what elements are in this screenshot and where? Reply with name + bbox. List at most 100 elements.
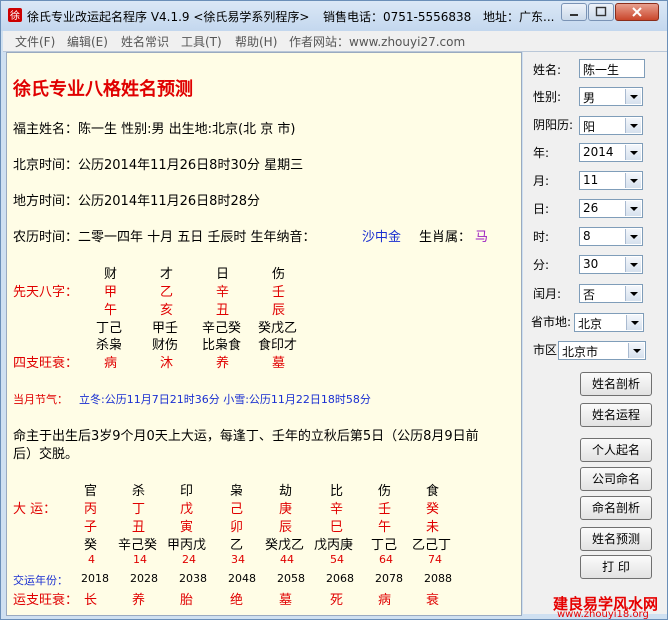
chevron-down-icon[interactable] bbox=[625, 89, 641, 104]
dayun-top: 劫 bbox=[279, 484, 293, 499]
bazi-top: 才 bbox=[160, 267, 174, 282]
bazi-branch: 辰 bbox=[272, 303, 286, 318]
title-bar: 徐 徐氏专业改运起名程序 V4.1.9 <徐氏易学系列程序> 销售电话：0751… bbox=[1, 1, 667, 31]
bazi-branch: 午 bbox=[104, 303, 118, 318]
jiaoyun-label: 交运年份： bbox=[13, 574, 68, 587]
month-select[interactable]: 11 bbox=[579, 171, 643, 190]
close-button[interactable] bbox=[615, 3, 659, 21]
bazi-top: 日 bbox=[216, 267, 230, 282]
leap-month-select[interactable]: 否 bbox=[579, 284, 643, 303]
yunzhi-value: 绝 bbox=[230, 593, 244, 608]
chevron-down-icon[interactable] bbox=[625, 145, 641, 160]
dayun-age: 14 bbox=[133, 553, 147, 566]
menu-edit[interactable]: 编辑(E) bbox=[67, 33, 108, 50]
yunzhi-value: 胎 bbox=[180, 593, 194, 608]
dayun-hidden: 戊丙庚 bbox=[314, 538, 354, 553]
report-area[interactable]: 徐氏专业八格姓名预测 福主姓名：陈一生 性别:男 出生地:北京(北 京 市) 北… bbox=[6, 52, 522, 616]
name-fortune-button[interactable]: 姓名运程 bbox=[580, 403, 652, 427]
jiaoyun-year: 2018 bbox=[81, 572, 109, 585]
chevron-down-icon[interactable] bbox=[625, 173, 641, 188]
minute-label: 分: bbox=[533, 258, 550, 272]
bazi-stem: 乙 bbox=[160, 285, 174, 300]
jiaoyun-year: 2058 bbox=[277, 572, 305, 585]
app-icon: 徐 bbox=[8, 8, 22, 22]
menu-file[interactable]: 文件(F) bbox=[15, 33, 55, 50]
menu-help[interactable]: 帮助(H) bbox=[235, 33, 277, 50]
menu-bar: 文件(F) 编辑(E) 姓名常识 工具(T) 帮助(H) 作者网站：www.zh… bbox=[3, 31, 667, 52]
dayun-top: 官 bbox=[84, 484, 98, 499]
dayun-top: 印 bbox=[180, 484, 194, 499]
yunzhi-value: 墓 bbox=[279, 593, 293, 608]
naming-analysis-button[interactable]: 命名剖析 bbox=[580, 496, 652, 520]
chevron-down-icon[interactable] bbox=[628, 343, 644, 358]
hour-select[interactable]: 8 bbox=[579, 227, 643, 246]
city-select[interactable]: 北京市 bbox=[558, 341, 646, 360]
watermark-url: www.zhouyi18.org bbox=[557, 609, 649, 620]
yunzhi-value: 养 bbox=[132, 593, 146, 608]
year-value: 2014 bbox=[583, 145, 614, 159]
dayun-stem: 庚 bbox=[279, 502, 293, 517]
bazi-stem: 壬 bbox=[272, 285, 286, 300]
yunzhi-label: 运支旺衰： bbox=[13, 593, 79, 608]
minimize-icon bbox=[570, 14, 578, 16]
lunar-time-line: 农历时间：二零一四年 十月 五日 壬辰时 生年纳音： bbox=[13, 230, 316, 245]
chevron-down-icon[interactable] bbox=[625, 229, 641, 244]
name-input[interactable]: 陈一生 bbox=[579, 59, 645, 78]
menu-tools[interactable]: 工具(T) bbox=[181, 33, 222, 50]
close-icon bbox=[632, 7, 642, 17]
jiaoyun-year: 2068 bbox=[326, 572, 354, 585]
bazi-branch: 亥 bbox=[160, 303, 174, 318]
name-analysis-button[interactable]: 姓名剖析 bbox=[580, 372, 652, 396]
day-label: 日: bbox=[533, 202, 550, 216]
strength-value: 病 bbox=[104, 356, 118, 371]
maximize-button[interactable] bbox=[588, 3, 614, 21]
jieqi-value: 立冬:公历11月7日21时36分 小雪:公历11月22日18时58分 bbox=[79, 393, 371, 406]
city-label: 市区: bbox=[533, 343, 562, 357]
report-title: 徐氏专业八格姓名预测 bbox=[13, 79, 193, 100]
menu-name-knowledge[interactable]: 姓名常识 bbox=[121, 33, 169, 50]
jiaoyun-year: 2078 bbox=[375, 572, 403, 585]
print-button[interactable]: 打 印 bbox=[580, 555, 652, 579]
chevron-down-icon[interactable] bbox=[625, 118, 641, 133]
chevron-down-icon[interactable] bbox=[625, 286, 641, 301]
chevron-down-icon[interactable] bbox=[626, 315, 642, 330]
dayun-stem: 丁 bbox=[132, 502, 146, 517]
province-select[interactable]: 北京 bbox=[574, 313, 644, 332]
gender-select[interactable]: 男 bbox=[579, 87, 643, 106]
name-label: 姓名: bbox=[533, 63, 562, 77]
calendar-label: 阴阳历: bbox=[533, 118, 574, 132]
input-panel: 姓名: 陈一生 性别: 男 阴阳历: 阳 年: 2014 月: 11 日: 26… bbox=[523, 52, 667, 614]
chevron-down-icon[interactable] bbox=[625, 257, 641, 272]
personal-naming-button[interactable]: 个人起名 bbox=[580, 438, 652, 462]
hour-label: 时: bbox=[533, 230, 550, 244]
jiaoyun-year: 2038 bbox=[179, 572, 207, 585]
dayun-label: 大 运： bbox=[13, 502, 57, 517]
name-prediction-button[interactable]: 姓名预测 bbox=[580, 527, 652, 551]
minute-value: 30 bbox=[583, 257, 599, 271]
yunzhi-value: 死 bbox=[330, 593, 344, 608]
year-select[interactable]: 2014 bbox=[579, 143, 643, 162]
dayun-start-line1: 命主于出生后3岁9个月0天上大运，每逢丁、壬年的立秋后第5日（公历8月9日前 bbox=[13, 429, 479, 444]
dayun-hidden: 丁己 bbox=[371, 538, 398, 553]
strength-value: 墓 bbox=[272, 356, 286, 371]
dayun-branch: 辰 bbox=[279, 520, 293, 535]
strength-label: 四支旺衰： bbox=[13, 356, 79, 371]
dayun-branch: 巳 bbox=[330, 520, 344, 535]
subject-line: 福主姓名：陈一生 性别:男 出生地:北京(北 京 市) bbox=[13, 122, 296, 137]
chevron-down-icon[interactable] bbox=[625, 201, 641, 216]
dayun-hidden: 癸戊乙 bbox=[265, 538, 305, 553]
minute-select[interactable]: 30 bbox=[579, 255, 643, 274]
minimize-button[interactable] bbox=[561, 3, 587, 21]
dayun-branch: 未 bbox=[426, 520, 440, 535]
province-label: 省市地: bbox=[531, 315, 572, 329]
menu-author-site[interactable]: 作者网站：www.zhouyi27.com bbox=[289, 33, 465, 50]
dayun-hidden: 辛己癸 bbox=[118, 538, 158, 553]
company-naming-button[interactable]: 公司命名 bbox=[580, 467, 652, 491]
calendar-select[interactable]: 阳 bbox=[579, 116, 643, 135]
nayin-value: 沙中金 bbox=[362, 230, 402, 245]
yunzhi-value: 长 bbox=[84, 593, 98, 608]
day-select[interactable]: 26 bbox=[579, 199, 643, 218]
strength-value: 养 bbox=[216, 356, 230, 371]
maximize-icon bbox=[595, 6, 607, 17]
window-title: 徐氏专业改运起名程序 V4.1.9 <徐氏易学系列程序> bbox=[27, 10, 310, 24]
